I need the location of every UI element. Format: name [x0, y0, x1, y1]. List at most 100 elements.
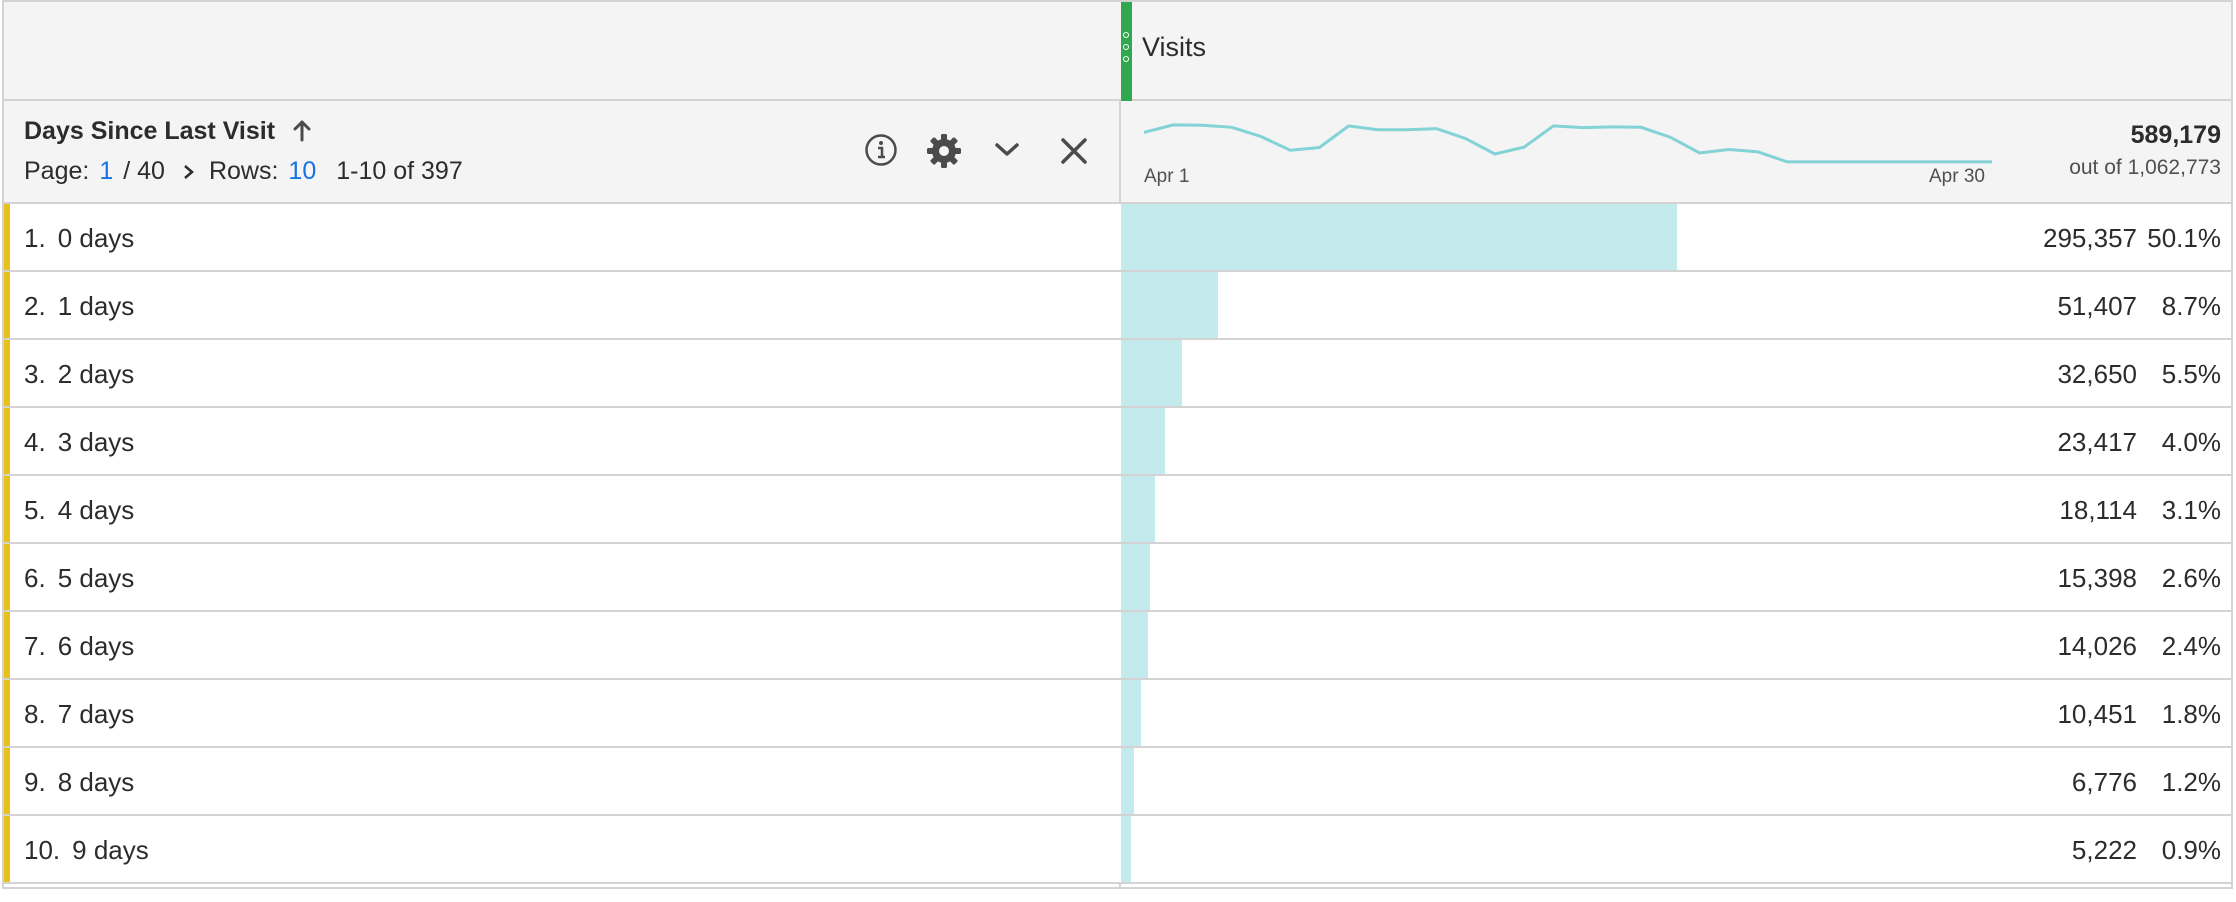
- row-percent: 50.1%: [2147, 223, 2221, 253]
- row-label[interactable]: 1. 0 days: [24, 223, 134, 254]
- grip-dot: [1123, 44, 1129, 50]
- row-label[interactable]: 2. 1 days: [24, 291, 134, 322]
- row-dimension-item: 0 days: [57, 223, 135, 253]
- row-value: 6,776: [2071, 767, 2137, 797]
- row-index: 10.: [24, 835, 61, 865]
- row-bar: [1121, 748, 1134, 814]
- row-index: 1.: [24, 223, 46, 253]
- row-percent: 1.2%: [2161, 767, 2221, 797]
- row-index: 8.: [24, 699, 46, 729]
- row-dimension-item: 3 days: [57, 427, 135, 457]
- row-value: 18,114: [2059, 495, 2137, 525]
- dimension-title[interactable]: Days Since Last Visit: [24, 117, 275, 146]
- row-bar: [1121, 544, 1150, 610]
- metric-column-title[interactable]: Visits: [1142, 32, 1206, 63]
- table-row[interactable]: 8. 7 days 10,451 1.8%: [4, 680, 2231, 748]
- sparkline-end-label: Apr 30: [1929, 166, 1985, 187]
- info-icon[interactable]: [864, 133, 898, 167]
- row-bar: [1121, 272, 1218, 338]
- row-label[interactable]: 5. 4 days: [24, 495, 134, 526]
- row-bar: [1121, 680, 1141, 746]
- row-dimension-item: 6 days: [57, 631, 135, 661]
- metric-header-row: Visits: [4, 2, 2231, 101]
- row-bar: [1121, 476, 1155, 542]
- row-bar: [1121, 816, 1131, 882]
- table-row[interactable]: 5. 4 days 18,114 3.1%: [4, 476, 2231, 544]
- row-label[interactable]: 9. 8 days: [24, 767, 134, 798]
- row-percent: 0.9%: [2161, 835, 2221, 865]
- row-accent: [4, 272, 10, 338]
- metric-drag-handle[interactable]: [1121, 2, 1132, 101]
- row-accent: [4, 340, 10, 406]
- grip-dot: [1123, 56, 1129, 62]
- row-percent: 1.8%: [2161, 699, 2221, 729]
- grip-dot: [1123, 32, 1129, 38]
- row-accent: [4, 612, 10, 678]
- row-percent: 8.7%: [2161, 291, 2221, 321]
- row-label[interactable]: 10. 9 days: [24, 835, 149, 866]
- row-percent: 3.1%: [2161, 495, 2221, 525]
- row-accent: [4, 816, 10, 882]
- row-dimension-item: 8 days: [57, 767, 135, 797]
- row-accent: [4, 476, 10, 542]
- row-accent: [4, 408, 10, 474]
- row-range: 1-10 of 397: [336, 157, 463, 185]
- row-index: 3.: [24, 359, 46, 389]
- row-dimension-item: 7 days: [57, 699, 135, 729]
- row-percent: 5.5%: [2161, 359, 2221, 389]
- row-index: 4.: [24, 427, 46, 457]
- table-row[interactable]: 2. 1 days 51,407 8.7%: [4, 272, 2231, 340]
- metric-total: 589,179: [2130, 121, 2221, 149]
- metric-total-out-of: out of 1,062,773: [2069, 156, 2221, 179]
- row-dimension-item: 1 days: [57, 291, 135, 321]
- page-total: / 40: [123, 157, 165, 185]
- table-row[interactable]: 3. 2 days 32,650 5.5%: [4, 340, 2231, 408]
- row-value: 15,398: [2057, 563, 2137, 593]
- row-value: 14,026: [2057, 631, 2137, 661]
- row-bar: [1121, 340, 1182, 406]
- chevron-down-icon[interactable]: [994, 141, 1020, 159]
- table-row[interactable]: 10. 9 days 5,222 0.9%: [4, 816, 2231, 884]
- arrow-up-icon[interactable]: [292, 119, 312, 143]
- row-bar: [1121, 612, 1148, 678]
- chevron-right-icon[interactable]: [181, 164, 195, 180]
- table-row[interactable]: 1. 0 days 295,357 50.1%: [4, 204, 2231, 272]
- row-index: 2.: [24, 291, 46, 321]
- rows-per-page[interactable]: 10: [288, 157, 316, 186]
- row-dimension-item: 5 days: [57, 563, 135, 593]
- row-label[interactable]: 7. 6 days: [24, 631, 134, 662]
- table-row[interactable]: 9. 8 days 6,776 1.2%: [4, 748, 2231, 816]
- row-dimension-item: 2 days: [57, 359, 135, 389]
- row-index: 5.: [24, 495, 46, 525]
- trend-sparkline: [1144, 123, 1992, 164]
- close-icon[interactable]: [1060, 137, 1088, 165]
- page-label: Page:: [24, 157, 90, 185]
- row-label[interactable]: 8. 7 days: [24, 699, 134, 730]
- row-index: 9.: [24, 767, 46, 797]
- row-index: 7.: [24, 631, 46, 661]
- row-value: 10,451: [2057, 699, 2137, 729]
- row-accent: [4, 680, 10, 746]
- row-value: 51,407: [2057, 291, 2137, 321]
- row-value: 295,357: [2043, 223, 2137, 253]
- row-value: 23,417: [2057, 427, 2137, 457]
- row-dimension-item: 9 days: [72, 835, 149, 865]
- gear-icon[interactable]: [926, 133, 962, 169]
- row-accent: [4, 748, 10, 814]
- row-percent: 2.6%: [2161, 563, 2221, 593]
- row-index: 6.: [24, 563, 46, 593]
- freeform-table: Visits Days Since Last Visit Page: 1 / 4…: [2, 0, 2233, 889]
- row-accent: [4, 544, 10, 610]
- sparkline-path: [1144, 123, 1992, 164]
- table-row[interactable]: 6. 5 days 15,398 2.6%: [4, 544, 2231, 612]
- row-value: 5,222: [2071, 835, 2137, 865]
- row-label[interactable]: 4. 3 days: [24, 427, 134, 458]
- row-bar: [1121, 204, 1677, 270]
- table-row[interactable]: 7. 6 days 14,026 2.4%: [4, 612, 2231, 680]
- page-number[interactable]: 1: [99, 157, 113, 186]
- table-row[interactable]: 4. 3 days 23,417 4.0%: [4, 408, 2231, 476]
- row-label[interactable]: 3. 2 days: [24, 359, 134, 390]
- row-accent: [4, 204, 10, 270]
- row-label[interactable]: 6. 5 days: [24, 563, 134, 594]
- row-value: 32,650: [2057, 359, 2137, 389]
